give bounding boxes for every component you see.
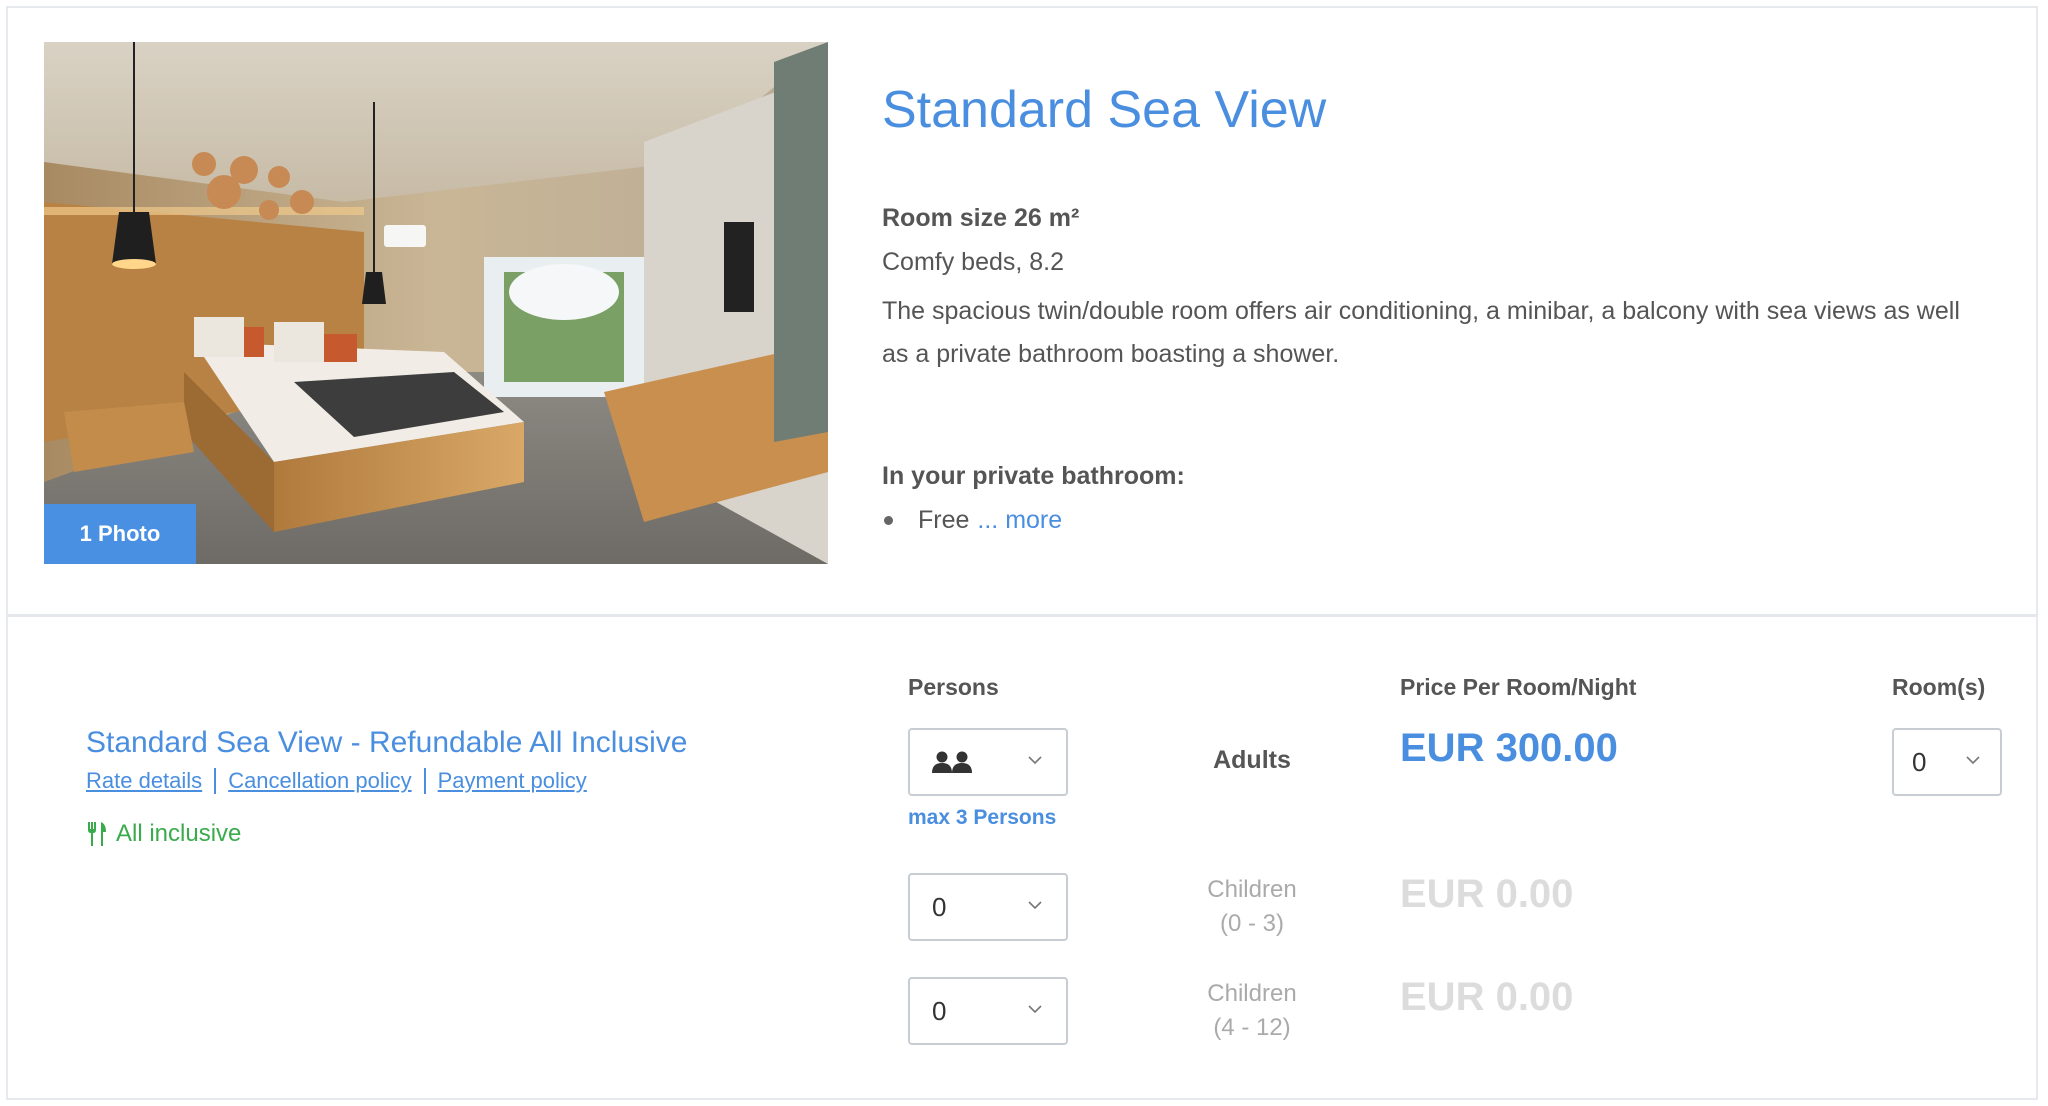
section-divider (6, 614, 2038, 617)
adult-price: EUR 300.00 (1400, 726, 1618, 770)
max-persons-note: max 3 Persons (908, 806, 1057, 829)
children-0-3-label: Children (0 - 3) (1172, 873, 1332, 941)
fork-knife-icon (88, 822, 106, 846)
rooms-header: Room(s) (1892, 674, 1986, 700)
link-separator (214, 768, 217, 794)
children-0-3-select[interactable]: 0 (908, 873, 1068, 941)
bathroom-title: In your private bathroom: (882, 462, 1185, 490)
chevron-down-icon (1028, 1005, 1042, 1014)
room-title: Standard Sea View (882, 81, 1327, 139)
children-4-12-label: Children (4 - 12) (1172, 977, 1332, 1045)
rate-details-link[interactable]: Rate details (86, 768, 202, 794)
rooms-select[interactable]: 0 (1892, 728, 2002, 796)
children-4-12-value: 0 (932, 995, 947, 1026)
policy-links: Rate details Cancellation policy Payment… (86, 768, 587, 794)
rooms-select-value: 0 (1912, 746, 1927, 777)
more-link[interactable]: ... more (977, 506, 1062, 535)
adults-label: Adults (1213, 746, 1291, 774)
children-4-12-select[interactable]: 0 (908, 977, 1068, 1045)
chevron-down-icon (1966, 756, 1980, 765)
chevron-down-icon (1028, 901, 1042, 910)
beds-rating: Comfy beds, 8.2 (882, 248, 1065, 276)
children-label-line2: (0 - 3) (1219, 910, 1284, 937)
persons-header: Persons (908, 674, 999, 700)
bullet-dot (884, 516, 893, 525)
price-header: Price Per Room/Night (1400, 674, 1637, 700)
room-description: The spacious twin/double room offers air… (882, 297, 1960, 368)
children-label-line2: (4 - 12) (1213, 1014, 1291, 1041)
payment-policy-link[interactable]: Payment policy (438, 768, 587, 794)
room-photo[interactable] (44, 42, 828, 564)
cancellation-policy-link[interactable]: Cancellation policy (228, 768, 411, 794)
children-label-line1: Children (1207, 876, 1297, 903)
bathroom-list: Free ... more (882, 506, 1062, 535)
board-label: All inclusive (116, 820, 242, 847)
two-persons-icon (932, 751, 972, 773)
children-label-line1: Children (1207, 980, 1297, 1007)
rate-name[interactable]: Standard Sea View - Refundable All Inclu… (86, 726, 687, 760)
children-0-3-price: EUR 0.00 (1400, 872, 1574, 916)
bathroom-item: Free (918, 506, 970, 534)
room-size: Room size 26 m² (882, 204, 1080, 232)
adults-select[interactable] (908, 728, 1068, 796)
photo-count-button[interactable]: 1 Photo (44, 504, 196, 564)
board-type: All inclusive (86, 820, 241, 848)
chevron-down-icon (1028, 756, 1042, 765)
children-4-12-price: EUR 0.00 (1400, 975, 1574, 1019)
link-separator (423, 768, 426, 794)
children-0-3-value: 0 (932, 891, 947, 922)
